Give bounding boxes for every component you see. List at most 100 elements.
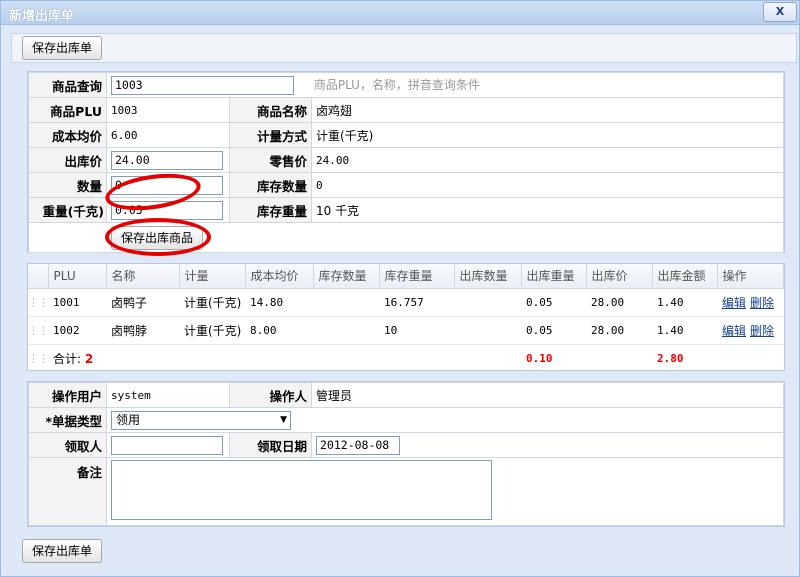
query-label: 商品查询 [28, 72, 107, 98]
measure-label: 计量方式 [229, 122, 312, 148]
column-header[interactable]: 操作 [717, 264, 784, 289]
cell-stock-qty [313, 288, 379, 317]
column-header[interactable]: 出库金额 [652, 264, 718, 289]
summary-count: 2 [84, 351, 94, 366]
table-row[interactable]: ⋮⋮ 1001 卤鸭子 计重(千克) 14.80 16.757 0.05 28.… [28, 288, 784, 317]
stock-qty-value: 0 [311, 172, 784, 198]
cell-amount: 1.40 [652, 316, 717, 345]
cell-name: 卤鸭脖 [106, 316, 179, 345]
avg-cost-label: 成本均价 [28, 122, 107, 148]
retail-price-label: 零售价 [229, 147, 312, 173]
operator-user-label: 操作用户 [28, 382, 107, 408]
cell-actions: 编辑 删除 [717, 288, 784, 317]
product-form-panel: 商品查询 1003 商品PLU，名称，拼音查询条件 商品PLU 1003 商品名… [27, 71, 785, 253]
column-header[interactable]: 计量 [179, 264, 246, 289]
cell-stock-weight: 16.757 [379, 288, 454, 317]
row-drag-handle[interactable]: ⋮⋮ [28, 316, 49, 345]
name-value: 卤鸡翅 [311, 97, 784, 123]
doc-type-select[interactable]: 领用 ▼ [111, 410, 291, 430]
quantity-input[interactable]: 0 [111, 175, 223, 195]
doc-type-selected: 领用 [116, 412, 141, 427]
column-header[interactable]: 成本均价 [245, 264, 314, 289]
summary-label: 合计: [53, 351, 82, 366]
items-table: PLU 名称 计量 成本均价 库存数量 库存重量 出库数量 出库重量 出库价 出… [28, 264, 784, 373]
close-button[interactable]: X [763, 2, 797, 22]
delete-link[interactable]: 删除 [750, 296, 774, 310]
cell-measure: 计重(千克) [179, 316, 245, 345]
out-price-label: 出库价 [28, 147, 107, 173]
doc-type-label: *单据类型 [28, 407, 107, 433]
order-info-form: 操作用户 system 操作人 管理员 *单据类型 领用 ▼ 领取人 领取日期 … [28, 382, 784, 526]
plu-label: 商品PLU [28, 97, 107, 123]
summary-row: ⋮⋮ 合计: 2 0.10 2.80 [28, 344, 784, 373]
dialog-window: 新增出库单 X 保存出库单 商品查询 1003 商品PLU，名称，拼音查询条件 … [0, 0, 800, 577]
window-title: 新增出库单 [9, 9, 75, 24]
column-header[interactable]: 出库价 [586, 264, 653, 289]
retail-price-value: 24.00 [311, 147, 784, 173]
remark-textarea[interactable] [111, 460, 492, 520]
save-item-button[interactable]: 保存出库商品 [111, 226, 204, 250]
cell-out-weight: 0.05 [521, 316, 586, 345]
save-out-order-button-bottom[interactable]: 保存出库单 [22, 539, 103, 563]
operator-label: 操作人 [229, 382, 312, 408]
measure-value: 计重(千克) [311, 122, 784, 148]
row-drag-handle[interactable]: ⋮⋮ [28, 288, 49, 317]
product-query-input[interactable]: 1003 [111, 75, 294, 95]
table-row[interactable]: ⋮⋮ 1002 卤鸭脖 计重(千克) 8.00 10 0.05 28.00 1.… [28, 316, 784, 345]
column-header[interactable]: 出库重量 [521, 264, 587, 289]
name-label: 商品名称 [229, 97, 312, 123]
order-info-panel: 操作用户 system 操作人 管理员 *单据类型 领用 ▼ 领取人 领取日期 … [27, 381, 785, 527]
edit-link[interactable]: 编辑 [722, 296, 746, 310]
grid-header-handle [28, 264, 49, 289]
stock-weight-label: 库存重量 [229, 197, 312, 223]
grid-header: PLU 名称 计量 成本均价 库存数量 库存重量 出库数量 出库重量 出库价 出… [28, 264, 784, 289]
save-out-order-button-top[interactable]: 保存出库单 [22, 36, 103, 60]
receive-date-input[interactable]: 2012-08-08 [316, 435, 400, 455]
title-bar[interactable]: 新增出库单 X [1, 1, 799, 25]
cell-name: 卤鸭子 [106, 288, 179, 317]
cell-measure: 计重(千克) [179, 288, 245, 317]
column-header[interactable]: 库存数量 [313, 264, 380, 289]
avg-cost-value: 6.00 [106, 122, 230, 148]
column-header[interactable]: PLU [48, 264, 107, 289]
query-hint: 商品PLU，名称，拼音查询条件 [313, 77, 480, 92]
receiver-label: 领取人 [28, 432, 107, 458]
cell-plu: 1002 [48, 316, 106, 345]
cell-out-qty [454, 316, 521, 345]
cell-avg-cost: 8.00 [245, 316, 313, 345]
delete-link[interactable]: 删除 [750, 324, 774, 338]
weight-input[interactable]: 0.05 [111, 200, 223, 220]
cell-stock-qty [313, 316, 379, 345]
out-price-input[interactable]: 24.00 [111, 150, 223, 170]
cell-out-qty [454, 288, 521, 317]
edit-link[interactable]: 编辑 [722, 324, 746, 338]
cell-out-price: 28.00 [586, 316, 652, 345]
cell-out-weight: 0.05 [521, 288, 586, 317]
items-grid: PLU 名称 计量 成本均价 库存数量 库存重量 出库数量 出库重量 出库价 出… [27, 263, 785, 373]
stock-weight-value: 10 千克 [311, 197, 784, 223]
quantity-label: 数量 [28, 172, 107, 198]
remark-label: 备注 [28, 457, 107, 526]
summary-total-amount: 2.80 [652, 344, 717, 373]
cell-avg-cost: 14.80 [245, 288, 313, 317]
operator-value: 管理员 [311, 382, 784, 408]
column-header[interactable]: 名称 [106, 264, 180, 289]
plu-value: 1003 [106, 97, 230, 123]
cell-plu: 1001 [48, 288, 106, 317]
weight-label: 重量(千克) [28, 197, 107, 223]
cell-out-price: 28.00 [586, 288, 652, 317]
stock-qty-label: 库存数量 [229, 172, 312, 198]
column-header[interactable]: 库存重量 [379, 264, 455, 289]
cell-actions: 编辑 删除 [717, 316, 784, 345]
receive-date-label: 领取日期 [229, 432, 312, 458]
top-toolbar: 保存出库单 [11, 33, 797, 63]
summary-label-cell: 合计: 2 [48, 344, 179, 373]
dropdown-arrow-icon: ▼ [280, 414, 287, 425]
operator-user-value: system [106, 382, 230, 408]
summary-total-weight: 0.10 [521, 344, 586, 373]
receiver-input[interactable] [111, 435, 223, 455]
cell-stock-weight: 10 [379, 316, 454, 345]
summary-handle: ⋮⋮ [28, 344, 49, 373]
column-header[interactable]: 出库数量 [454, 264, 522, 289]
cell-amount: 1.40 [652, 288, 717, 317]
